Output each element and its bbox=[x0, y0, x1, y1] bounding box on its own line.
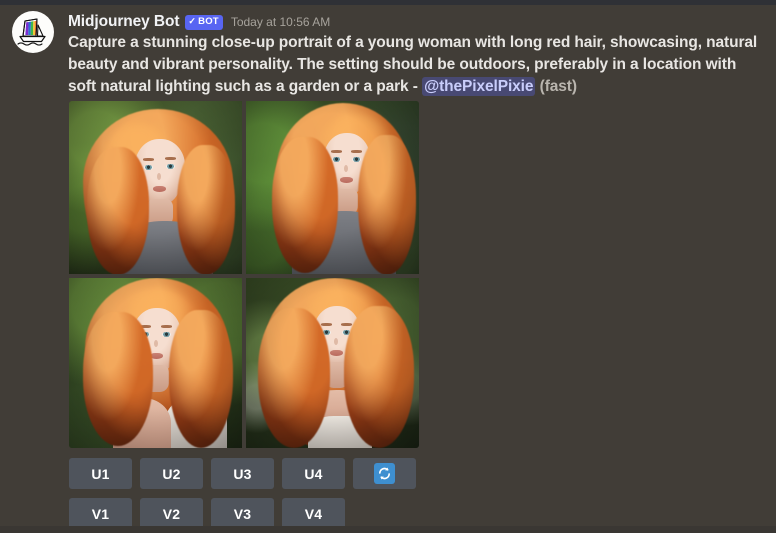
hair-left-strand bbox=[272, 137, 338, 273]
lips bbox=[153, 186, 166, 192]
eyebrow-right bbox=[351, 150, 362, 153]
highlighted-message: Midjourney Bot ✓ BOT Today at 10:56 AM Ca… bbox=[0, 5, 776, 529]
author-name[interactable]: Midjourney Bot bbox=[68, 13, 180, 31]
message-timestamp: Today at 10:56 AM bbox=[230, 15, 331, 29]
nose bbox=[157, 173, 161, 180]
message-content: Capture a stunning close-up portrait of … bbox=[68, 32, 758, 98]
upscale-button-row: U1 U2 U3 U4 bbox=[69, 458, 416, 489]
hair-right-strand bbox=[358, 135, 416, 274]
midjourney-image-grid[interactable] bbox=[69, 101, 419, 448]
hair-right-strand bbox=[344, 306, 414, 448]
user-mention[interactable]: @thePixelPixie bbox=[422, 77, 536, 96]
lips bbox=[330, 350, 343, 356]
upscale-button-u4[interactable]: U4 bbox=[282, 458, 345, 489]
discord-message-view: Midjourney Bot ✓ BOT Today at 10:56 AM Ca… bbox=[0, 0, 776, 533]
avatar[interactable] bbox=[12, 11, 54, 53]
eye-right bbox=[166, 164, 175, 169]
eyebrow-left bbox=[143, 158, 154, 161]
nose bbox=[334, 338, 338, 345]
variation-button-v2[interactable]: V2 bbox=[140, 498, 203, 529]
hair-right-strand bbox=[169, 310, 233, 448]
nose bbox=[154, 340, 158, 347]
variation-button-v4[interactable]: V4 bbox=[282, 498, 345, 529]
grid-quadrant-3[interactable] bbox=[69, 278, 242, 448]
bot-badge-label: BOT bbox=[198, 15, 219, 27]
variation-button-row: V1 V2 V3 V4 bbox=[69, 498, 345, 529]
eye-left bbox=[332, 157, 341, 162]
eyebrow-left bbox=[331, 150, 342, 153]
speed-mode-note: (fast) bbox=[539, 78, 577, 95]
reroll-button[interactable] bbox=[353, 458, 416, 489]
grid-quadrant-1[interactable] bbox=[69, 101, 242, 274]
lips bbox=[340, 177, 353, 183]
upscale-button-u3[interactable]: U3 bbox=[211, 458, 274, 489]
grid-quadrant-4[interactable] bbox=[246, 278, 419, 448]
window-bottom-bar bbox=[0, 526, 776, 533]
hair-right-strand bbox=[177, 145, 235, 274]
variation-button-v3[interactable]: V3 bbox=[211, 498, 274, 529]
eyebrow-right bbox=[161, 325, 172, 328]
grid-quadrant-2[interactable] bbox=[246, 101, 419, 274]
upscale-button-u2[interactable]: U2 bbox=[140, 458, 203, 489]
midjourney-sailboat-icon bbox=[17, 18, 46, 46]
verified-check-icon: ✓ bbox=[188, 16, 197, 26]
eyebrow-right bbox=[341, 323, 352, 326]
hair-left-strand bbox=[83, 312, 153, 446]
bot-badge: ✓ BOT bbox=[185, 14, 223, 30]
eyebrow-right bbox=[165, 157, 176, 160]
eye-right bbox=[352, 157, 361, 162]
upscale-button-u1[interactable]: U1 bbox=[69, 458, 132, 489]
message-header: Midjourney Bot ✓ BOT Today at 10:56 AM bbox=[68, 12, 330, 32]
eye-right bbox=[162, 332, 171, 337]
variation-button-v1[interactable]: V1 bbox=[69, 498, 132, 529]
prompt-text: Capture a stunning close-up portrait of … bbox=[68, 34, 758, 95]
nose bbox=[344, 165, 348, 172]
hair-left-strand bbox=[87, 147, 149, 274]
eye-left bbox=[144, 165, 153, 170]
reroll-arrows-icon bbox=[374, 463, 395, 484]
hair-left-strand bbox=[258, 308, 330, 448]
eyebrow-left bbox=[321, 323, 332, 326]
